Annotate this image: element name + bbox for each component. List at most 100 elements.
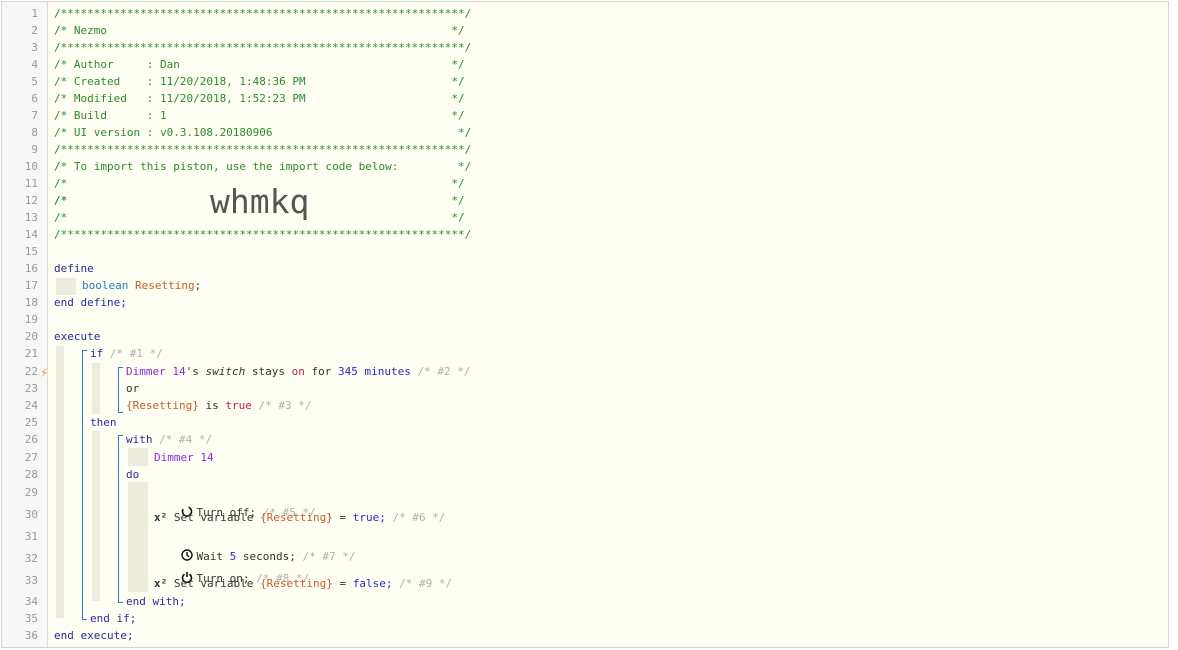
set-variable-icon: x²	[154, 511, 168, 524]
line-number: 6	[31, 92, 38, 105]
condition-bracket-bottom	[118, 412, 123, 413]
header-modified: /* Modified : 11/20/2018, 1:52:23 PM */	[54, 92, 465, 105]
action-set-variable-false[interactable]: x² Set variable {Resetting} = false; /* …	[154, 575, 452, 592]
lightning-icon: ⚡	[40, 366, 49, 380]
line-number: 15	[24, 245, 38, 258]
line-number: 18	[24, 296, 38, 309]
indent-guide	[56, 278, 76, 295]
stays-text: stays	[245, 365, 292, 378]
line-number: 12	[24, 194, 38, 207]
line-number: 23	[24, 382, 38, 395]
line-number: 20	[24, 330, 38, 343]
comment-9: /* #9 */	[399, 577, 453, 590]
line-number-gutter: 1 2 3 4 5 6 7 8 9 10 11 12 13 14 15 16 17 18 19 20 21 22 23 24 2…	[2, 2, 48, 647]
for-text: for	[304, 365, 338, 378]
minutes-unit: minutes	[357, 365, 411, 378]
equals: =	[332, 577, 353, 590]
with-line[interactable]: with /* #4 */	[126, 431, 212, 448]
line-number: 13	[24, 211, 38, 224]
line-number: 7	[31, 109, 38, 122]
indent-guide	[92, 431, 100, 601]
switch-attribute: switch	[205, 365, 246, 378]
line-number: 24	[24, 399, 38, 412]
header-created: /* Created : 11/20/2018, 1:48:36 PM */	[54, 75, 465, 88]
comment-7: /* #7 */	[302, 550, 356, 563]
minutes-number: 345	[337, 365, 358, 378]
line-number: 26	[24, 433, 38, 446]
equals: =	[332, 511, 353, 524]
device-dimmer: Dimmer 14	[126, 365, 186, 378]
line-number: 32	[24, 552, 38, 565]
or-operator[interactable]: or	[126, 380, 139, 397]
line-number: 3	[31, 41, 38, 54]
if-block-bracket-bottom	[82, 619, 87, 620]
line-number: 21	[24, 347, 38, 360]
condition-1[interactable]: Dimmer 14's switch stays on for 345 minu…	[126, 363, 470, 380]
line-number: 28	[24, 468, 38, 481]
variable-name: Resetting	[134, 279, 195, 292]
with-block-bracket-bottom	[118, 602, 123, 603]
line-number: 36	[24, 629, 38, 642]
header-border: /***************************************…	[54, 143, 472, 156]
indent-guide	[56, 346, 64, 618]
end-if[interactable]: end if;	[90, 610, 136, 627]
code-editor[interactable]: 1 2 3 4 5 6 7 8 9 10 11 12 13 14 15 16 17 18 19 20 21 22 23 24 2…	[1, 1, 1169, 648]
resetting-ref: {Resetting}	[126, 399, 199, 412]
end-execute[interactable]: end execute;	[54, 627, 133, 644]
if-block-bracket-top	[82, 350, 87, 351]
set-variable-text: Set variable	[173, 511, 260, 524]
line-number: 16	[24, 262, 38, 275]
line-number: 22	[24, 365, 38, 378]
line-number: 14	[24, 228, 38, 241]
set-variable-text: Set variable	[173, 577, 260, 590]
line-number: 35	[24, 612, 38, 625]
line-number: 5	[31, 75, 38, 88]
define-line[interactable]: define	[54, 260, 94, 277]
resetting-ref: {Resetting}	[259, 577, 333, 590]
with-keyword: with	[126, 433, 153, 446]
header-import-note: /* To import this piston, use the import…	[54, 160, 472, 173]
line-number: 4	[31, 58, 38, 71]
header-name: /* Nezmo */	[54, 24, 465, 37]
is-text: is	[198, 399, 226, 412]
if-line[interactable]: if /* #1 */	[90, 345, 163, 362]
line-number: 10	[24, 160, 38, 173]
line-number: 33	[24, 574, 38, 587]
execute-keyword[interactable]: execute	[54, 328, 100, 345]
false-value: false;	[352, 577, 393, 590]
possessive: 's	[185, 365, 206, 378]
header-border: /***************************************…	[54, 7, 472, 20]
line-number: 1	[31, 7, 38, 20]
line-number: 29	[24, 486, 38, 499]
line-number: 19	[24, 313, 38, 326]
with-device[interactable]: Dimmer 14	[154, 449, 214, 466]
line-number: 9	[31, 143, 38, 156]
action-set-variable-true[interactable]: x² Set variable {Resetting} = true; /* #…	[154, 509, 445, 526]
variable-declaration[interactable]: boolean Resetting;	[82, 277, 201, 294]
header-build: /* Build : 1 */	[54, 109, 465, 122]
with-block-bracket-top	[118, 435, 123, 436]
end-with[interactable]: end with;	[126, 593, 186, 610]
line-number: 34	[24, 595, 38, 608]
condition-bracket-top	[118, 367, 123, 368]
indent-guide	[92, 363, 100, 414]
condition-bracket	[118, 367, 119, 412]
define-keyword: define	[54, 262, 94, 275]
do-keyword[interactable]: do	[126, 466, 139, 483]
comment-6: /* #6 */	[392, 511, 446, 524]
comment-4: /* #4 */	[159, 433, 213, 446]
line-number: 2	[31, 24, 38, 37]
header-import-code-suffix: /* */	[54, 194, 465, 207]
if-block-bracket	[82, 350, 83, 620]
semicolon: ;	[194, 279, 202, 292]
true-value: true	[225, 399, 252, 412]
condition-2[interactable]: {Resetting} is true /* #3 */	[126, 397, 311, 414]
comment-3: /* #3 */	[258, 399, 312, 412]
line-number: 8	[31, 126, 38, 139]
on-value: on	[291, 365, 305, 378]
header-ui-version: /* UI version : v0.3.108.20180906 */	[54, 126, 472, 139]
then-keyword[interactable]: then	[90, 414, 117, 431]
line-number: 17	[24, 279, 38, 292]
header-border: /***************************************…	[54, 41, 472, 54]
end-define[interactable]: end define;	[54, 294, 127, 311]
